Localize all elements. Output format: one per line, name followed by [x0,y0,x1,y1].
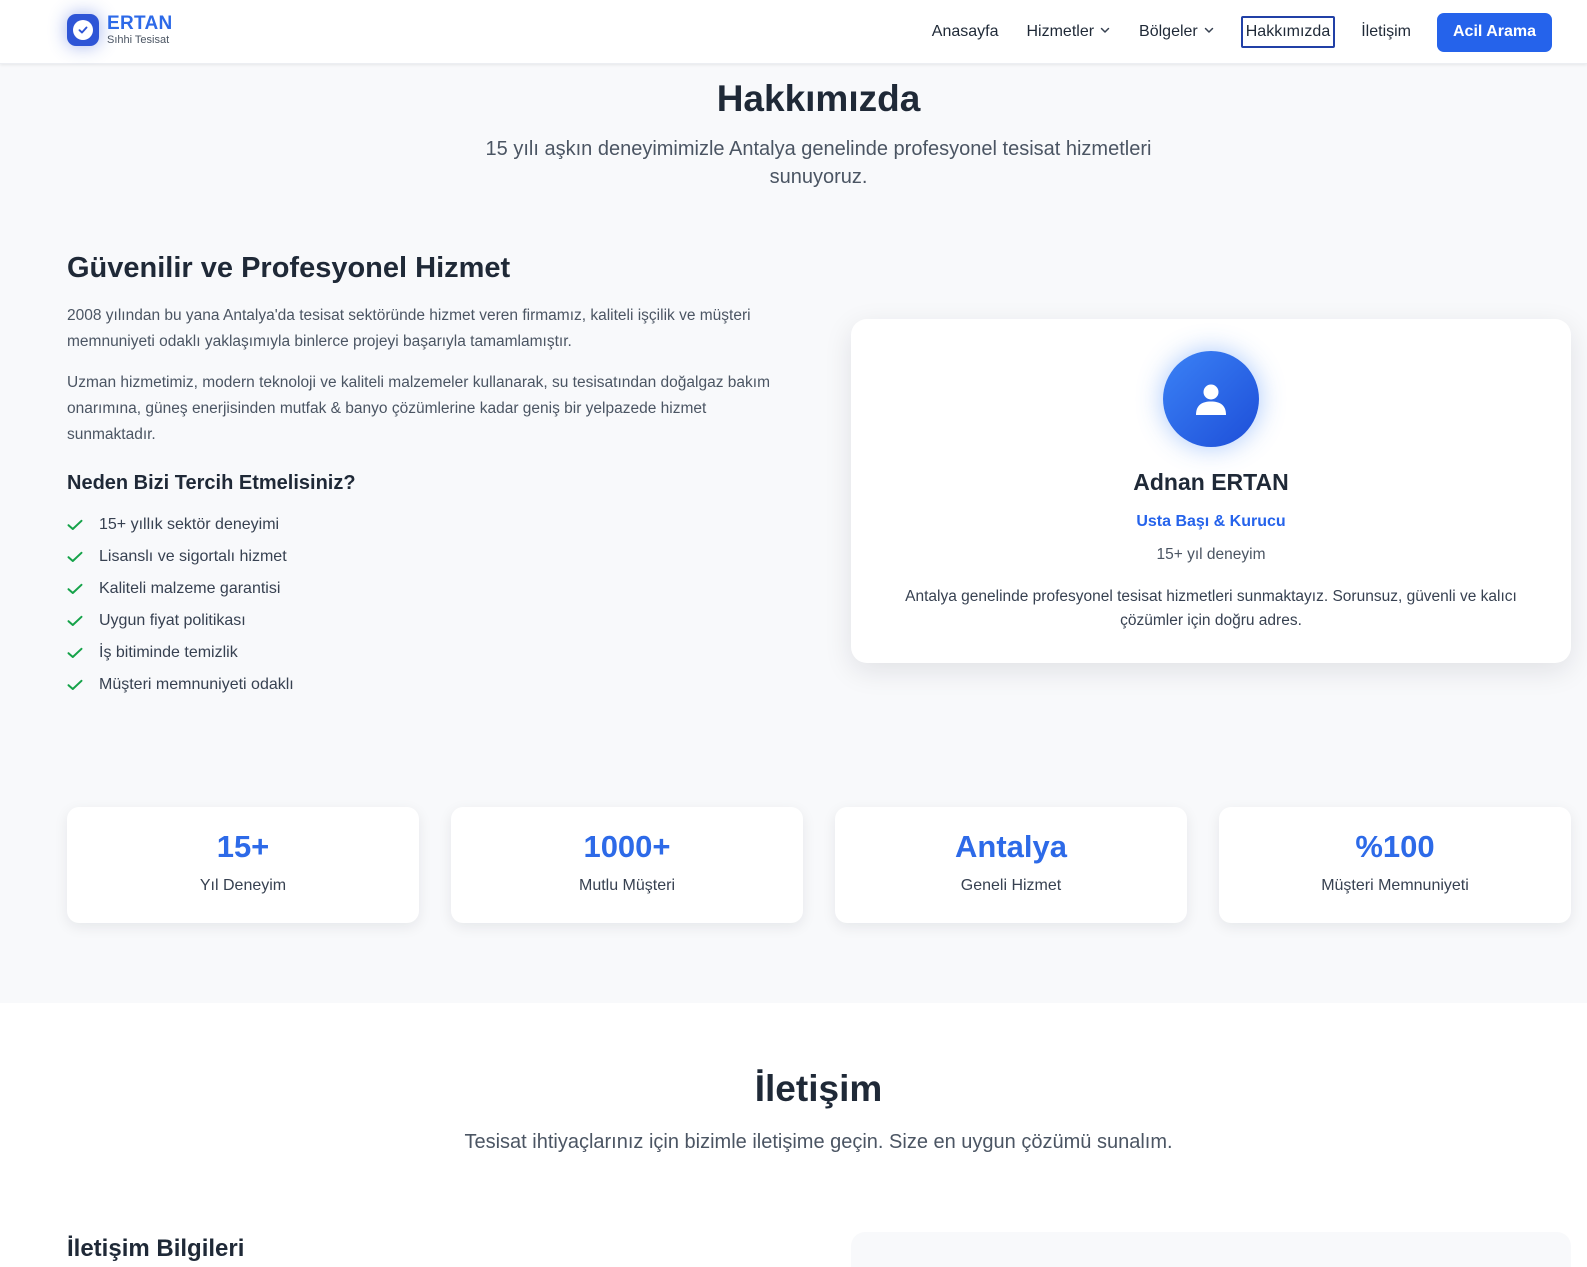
list-item-label: Kaliteli malzeme garantisi [99,580,281,597]
check-icon [67,519,85,531]
brand-subtitle: Sıhhi Tesisat [107,34,170,46]
nav-item-label: Bölgeler [1139,23,1198,40]
stat-card: Antalya Geneli Hizmet [835,807,1187,923]
contact-section: İletişim Tesisat ihtiyaçlarınız için biz… [0,1003,1587,1267]
stat-label: Müşteri Memnuniyeti [1321,877,1469,894]
nav-item-hakkimizda[interactable]: Hakkımızda [1240,16,1336,48]
stat-card: 1000+ Mutlu Müşteri [451,807,803,923]
nav-item-label: İletişim [1361,23,1411,40]
contact-form-panel [851,1232,1571,1267]
list-item: Kaliteli malzeme garantisi [67,573,797,605]
nav-item-label: Hakkımızda [1245,23,1331,40]
stat-value: 15+ [216,829,270,864]
contact-info-heading: İletişim Bilgileri [67,1235,245,1262]
contact-title: İletişim [754,1068,883,1109]
list-item-label: Lisanslı ve sigortalı hizmet [99,548,287,565]
user-icon [1163,351,1259,447]
list-item: Uygun fiyat politikası [67,605,797,637]
reasons-list: 15+ yıllık sektör deneyimi Lisanslı ve s… [67,509,797,701]
stat-label: Mutlu Müşteri [578,877,676,894]
brand-logo[interactable]: ERTAN Sıhhi Tesisat [67,14,173,46]
nav-item-anasayfa[interactable]: Anasayfa [930,16,1001,48]
founder-description: Antalya genelinde profesyonel tesisat hi… [905,588,1517,629]
check-icon [67,647,85,659]
about-content: Güvenilir ve Profesyonel Hizmet 2008 yıl… [67,252,797,701]
nav-item-iletisim[interactable]: İletişim [1359,16,1413,48]
nav-item-label: Hizmetler [1026,23,1095,40]
stat-value: Antalya [955,829,1067,864]
stat-card: 15+ Yıl Deneyim [67,807,419,923]
why-us-heading: Neden Bizi Tercih Etmelisiniz? [67,472,356,494]
list-item-label: 15+ yıllık sektör deneyimi [99,516,280,533]
chevron-down-icon [1099,23,1111,41]
check-badge-icon [67,14,99,46]
list-item: Lisanslı ve sigortalı hizmet [67,541,797,573]
list-item: 15+ yıllık sektör deneyimi [67,509,797,541]
about-paragraph: 2008 yılından bu yana Antalya'da tesisat… [67,307,751,350]
brand-name: ERTAN [107,13,173,34]
page-subtitle: 15 yılı aşkın deneyimimizle Antalya gene… [485,138,1152,188]
stat-card: %100 Müşteri Memnuniyeti [1219,807,1571,923]
about-heading: Güvenilir ve Profesyonel Hizmet [67,252,511,284]
about-paragraph: Uzman hizmetimiz, modern teknoloji ve ka… [67,374,770,443]
check-icon [67,583,85,595]
nav-item-label: Anasayfa [931,23,999,40]
emergency-call-button[interactable]: Acil Arama [1437,12,1552,52]
founder-card: Adnan ERTAN Usta Başı & Kurucu 15+ yıl d… [851,319,1571,663]
check-icon [67,551,85,563]
list-item-label: İş bitiminde temizlik [99,644,238,661]
stats-row: 15+ Yıl Deneyim 1000+ Mutlu Müşteri Anta… [67,807,1571,923]
stat-value: %100 [1355,829,1435,864]
stat-value: 1000+ [583,829,671,864]
site-header: ERTAN Sıhhi Tesisat Anasayfa Hizmetler B… [0,0,1587,64]
chevron-down-icon [1203,23,1215,41]
nav-item-bolgeler[interactable]: Bölgeler [1137,16,1217,48]
contact-subtitle: Tesisat ihtiyaçlarınız için bizimle ilet… [464,1131,1173,1153]
check-icon [67,679,85,691]
stat-label: Geneli Hizmet [960,877,1062,894]
founder-name: Adnan ERTAN [1133,469,1289,495]
list-item-label: Uygun fiyat politikası [99,612,246,629]
main-nav: Anasayfa Hizmetler Bölgeler Hakkımızda İ… [906,12,1552,52]
founder-experience: 15+ yıl deneyim [1156,546,1266,563]
nav-item-hizmetler[interactable]: Hizmetler [1024,16,1113,48]
page-title: Hakkımızda [716,78,921,119]
list-item: Müşteri memnuniyeti odaklı [67,669,797,701]
stat-label: Yıl Deneyim [199,877,287,894]
check-icon [67,615,85,627]
founder-role: Usta Başı & Kurucu [1136,513,1286,530]
list-item: İş bitiminde temizlik [67,637,797,669]
list-item-label: Müşteri memnuniyeti odaklı [99,676,294,693]
